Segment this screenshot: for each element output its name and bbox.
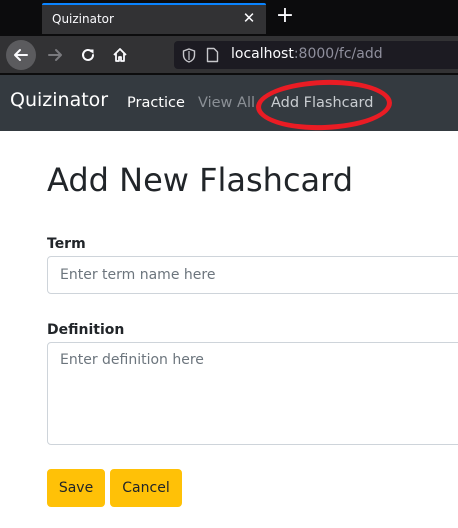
url-path: :8000/fc/add [293,46,383,62]
browser-tab-strip: Quizinator ✕ + [0,0,458,36]
forward-button[interactable] [40,40,70,70]
tab-title: Quizinator [52,12,114,26]
reload-icon [82,48,94,61]
shield-icon[interactable] [182,48,196,63]
back-button[interactable] [6,40,36,70]
brand-logo[interactable]: Quizinator [10,89,108,111]
url-text: localhost:8000/fc/add [231,46,383,62]
browser-toolbar: localhost:8000/fc/add [0,36,458,74]
nav-link-view-all[interactable]: View All [198,95,255,111]
forward-arrow-icon [48,49,62,61]
new-tab-icon[interactable]: + [274,5,296,27]
save-button[interactable]: Save [47,469,105,507]
main-content: Add New Flashcard Term Definition Save C… [0,131,458,528]
browser-tab[interactable]: Quizinator ✕ [42,3,266,34]
back-arrow-icon [14,49,28,61]
term-input[interactable] [47,256,458,294]
url-bar[interactable]: localhost:8000/fc/add [174,41,458,69]
nav-link-practice[interactable]: Practice [127,95,185,111]
page-icon[interactable] [206,47,219,63]
home-button[interactable] [105,40,135,70]
reload-button[interactable] [73,40,103,70]
term-label: Term [47,236,86,252]
definition-input[interactable] [47,342,458,445]
page-title: Add New Flashcard [47,161,354,199]
definition-label: Definition [47,322,125,338]
url-host: localhost [231,46,294,62]
cancel-button[interactable]: Cancel [110,469,182,507]
close-icon[interactable]: ✕ [241,10,257,26]
home-icon [113,48,127,62]
